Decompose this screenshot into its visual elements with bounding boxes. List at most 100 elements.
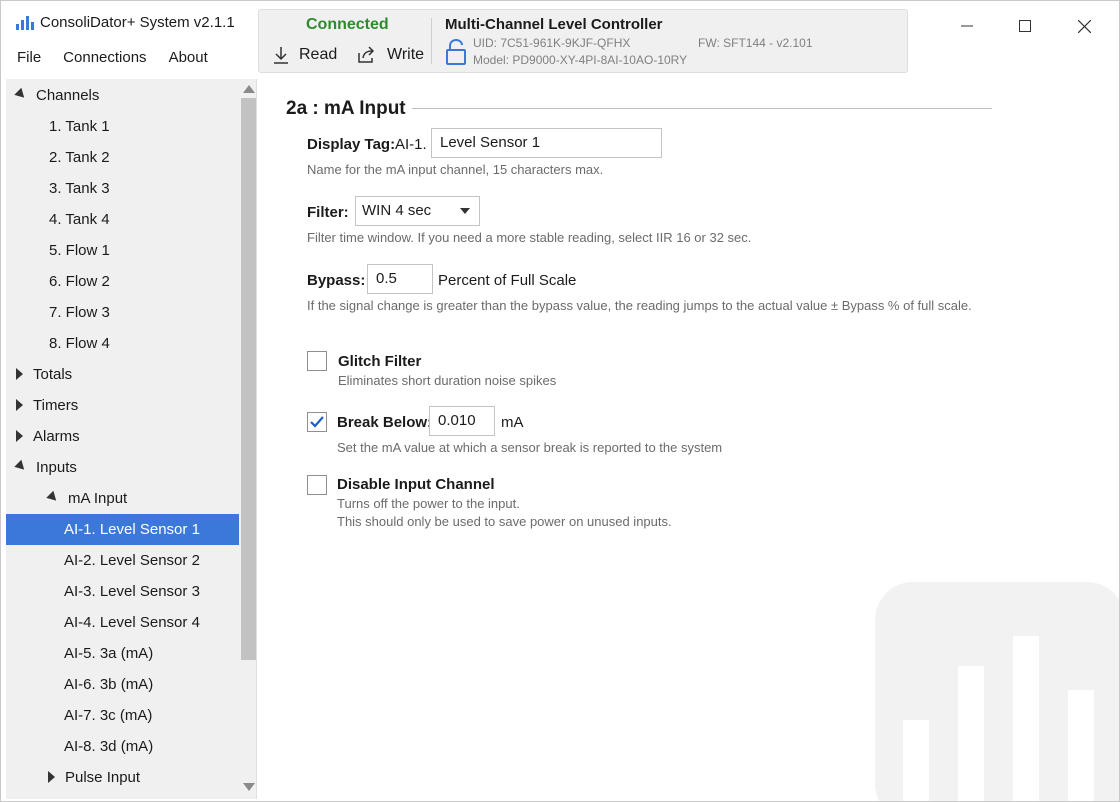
- expanded-triangle-icon[interactable]: [14, 87, 28, 101]
- tree-item[interactable]: AI-8. 3d (mA): [6, 731, 239, 762]
- tree-item[interactable]: Pulse Input: [6, 762, 239, 793]
- tree-item[interactable]: 5. Flow 1: [6, 235, 239, 266]
- tree-item[interactable]: 7. Flow 3: [6, 297, 239, 328]
- tree-item[interactable]: Timers: [6, 390, 239, 421]
- break-below-checkbox[interactable]: [307, 412, 327, 432]
- write-button[interactable]: Write: [357, 44, 424, 66]
- close-icon: [1077, 19, 1091, 33]
- app-title: ConsoliDator+ System v2.1.1: [40, 14, 235, 31]
- menu-connections[interactable]: Connections: [63, 49, 146, 66]
- glitch-filter-checkbox[interactable]: [307, 351, 327, 371]
- section-title: 2a : mA Input: [286, 98, 406, 119]
- disable-input-help-1: Turns off the power to the input.: [337, 496, 520, 511]
- display-tag-input[interactable]: Level Sensor 1: [431, 128, 662, 158]
- tree-item-label: 8. Flow 4: [49, 335, 110, 352]
- tree-item-label: 7. Flow 3: [49, 304, 110, 321]
- scroll-up-arrow-icon[interactable]: [243, 85, 255, 93]
- share-arrow-icon: [358, 46, 375, 63]
- tree-item-label: Inputs: [36, 459, 77, 476]
- device-title: Multi-Channel Level Controller: [445, 16, 663, 33]
- menu-file[interactable]: File: [17, 49, 41, 66]
- firmware-version: FW: SFT144 - v2.101: [698, 36, 813, 50]
- tree-item-label: AI-2. Level Sensor 2: [64, 552, 200, 569]
- read-label: Read: [299, 46, 338, 63]
- disable-input-label: Disable Input Channel: [337, 476, 495, 493]
- collapsed-triangle-icon[interactable]: [48, 771, 55, 784]
- tree-item[interactable]: Totals: [6, 359, 239, 390]
- tree-item-label: AI-8. 3d (mA): [64, 738, 154, 755]
- tree-item[interactable]: AI-3. Level Sensor 3: [6, 576, 239, 607]
- tree-item-label: Channels: [36, 87, 100, 104]
- disable-input-help-2: This should only be used to save power o…: [337, 514, 672, 529]
- tree-item[interactable]: AI-6. 3b (mA): [6, 669, 239, 700]
- tree-item-label: Totals: [33, 366, 73, 383]
- tree-item-label: AI-5. 3a (mA): [64, 645, 154, 662]
- tree-item[interactable]: AI-4. Level Sensor 4: [6, 607, 239, 638]
- tree-item[interactable]: 2. Tank 2: [6, 142, 239, 173]
- display-tag-help: Name for the mA input channel, 15 charac…: [307, 162, 604, 177]
- app-window: ConsoliDator+ System v2.1.1 File Connect…: [0, 0, 1120, 802]
- lock-open-icon: [446, 39, 466, 65]
- collapsed-triangle-icon[interactable]: [16, 430, 23, 443]
- tree-item[interactable]: AI-5. 3a (mA): [6, 638, 239, 669]
- break-below-input[interactable]: 0.010: [429, 406, 495, 436]
- tree-item[interactable]: AI-1. Level Sensor 1: [6, 514, 239, 545]
- menu-about[interactable]: About: [169, 49, 208, 66]
- read-button[interactable]: Read: [273, 44, 337, 66]
- tree-item[interactable]: 1. Tank 1: [6, 111, 239, 142]
- bypass-input[interactable]: 0.5: [367, 264, 433, 294]
- tree-item[interactable]: 4. Tank 4: [6, 204, 239, 235]
- tree-item-label: Alarms: [33, 428, 80, 445]
- tree-item-label: AI-3. Level Sensor 3: [64, 583, 200, 600]
- filter-dropdown[interactable]: WIN 4 sec: [355, 196, 480, 226]
- bypass-suffix: Percent of Full Scale: [438, 272, 577, 289]
- minimize-button[interactable]: [956, 15, 978, 37]
- app-logo-icon: [16, 16, 34, 30]
- glitch-filter-label: Glitch Filter: [338, 353, 422, 370]
- menu-bar: File Connections About: [17, 49, 230, 66]
- filter-label: Filter:: [307, 204, 349, 221]
- panel-divider: [431, 18, 432, 64]
- tree-item[interactable]: Alarms: [6, 421, 239, 452]
- collapsed-triangle-icon[interactable]: [16, 368, 23, 381]
- tree-item[interactable]: AI-7. 3c (mA): [6, 700, 239, 731]
- section-divider: [412, 108, 992, 109]
- close-button[interactable]: [1073, 15, 1095, 37]
- dropdown-arrow-icon: [460, 208, 470, 214]
- expanded-triangle-icon[interactable]: [14, 459, 28, 473]
- tree-item[interactable]: 8. Flow 4: [6, 328, 239, 359]
- display-tag-label: Display Tag:: [307, 136, 396, 153]
- tree-item-label: AI-6. 3b (mA): [64, 676, 154, 693]
- break-below-help: Set the mA value at which a sensor break…: [337, 440, 723, 455]
- display-tag-prefix: AI-1.: [395, 136, 427, 153]
- tree-item[interactable]: Inputs: [6, 452, 239, 483]
- tree-item-label: mA Input: [68, 490, 128, 507]
- write-label: Write: [387, 46, 425, 63]
- filter-help: Filter time window. If you need a more s…: [307, 230, 752, 245]
- scroll-down-arrow-icon[interactable]: [243, 783, 255, 791]
- collapsed-triangle-icon[interactable]: [16, 399, 23, 412]
- glitch-filter-help: Eliminates short duration noise spikes: [338, 373, 557, 388]
- tree-item-label: AI-1. Level Sensor 1: [64, 521, 200, 538]
- maximize-button[interactable]: [1014, 15, 1036, 37]
- device-status-panel: Connected Read Write Multi-Channel Level…: [258, 9, 908, 73]
- disable-input-checkbox[interactable]: [307, 475, 327, 495]
- tree-item[interactable]: mA Input: [6, 483, 239, 514]
- tree-item-label: 1. Tank 1: [49, 118, 110, 135]
- title-bar: ConsoliDator+ System v2.1.1 File Connect…: [1, 1, 1119, 79]
- download-arrow-icon: [274, 47, 288, 64]
- expanded-triangle-icon[interactable]: [46, 490, 60, 504]
- watermark-logo-icon: [875, 582, 1119, 801]
- minimize-icon: [961, 25, 973, 27]
- tree-item[interactable]: Channels: [6, 80, 239, 111]
- tree-item[interactable]: 6. Flow 2: [6, 266, 239, 297]
- tree-item-label: 4. Tank 4: [49, 211, 110, 228]
- tree-item-label: Timers: [33, 397, 79, 414]
- tree-item[interactable]: AI-2. Level Sensor 2: [6, 545, 239, 576]
- filter-selected-value: WIN 4 sec: [362, 202, 432, 219]
- tree-item-label: 3. Tank 3: [49, 180, 110, 197]
- checkmark-icon: [310, 416, 324, 428]
- tree-item[interactable]: 3. Tank 3: [6, 173, 239, 204]
- scrollbar-thumb[interactable]: [241, 98, 256, 660]
- connection-status: Connected: [306, 16, 389, 33]
